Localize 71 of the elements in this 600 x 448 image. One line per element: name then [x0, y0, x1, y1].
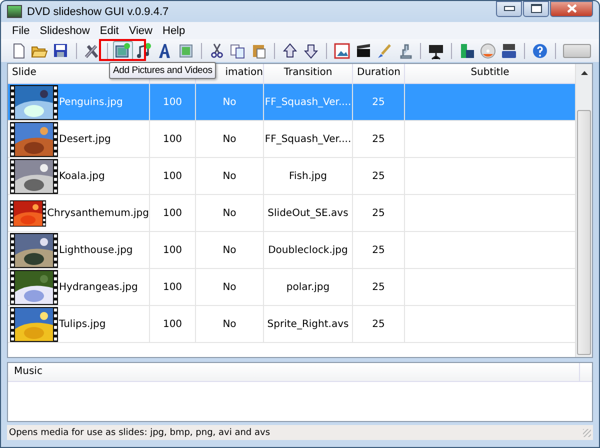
help-icon[interactable] [531, 42, 549, 60]
cut-icon[interactable] [208, 42, 226, 60]
table-cell: polar.jpg [264, 269, 353, 305]
table-cell: No [196, 232, 264, 268]
scroll-up-icon[interactable] [580, 71, 588, 75]
table-cell: 25 [353, 269, 405, 305]
minimize-button[interactable] [496, 0, 522, 16]
menu-item[interactable]: File [7, 24, 35, 36]
table-cell: No [196, 306, 264, 342]
table-cell: FF_Squash_Ver.... [264, 121, 353, 157]
table-cell: Fish.jpg [264, 158, 353, 194]
maximize-button[interactable] [523, 0, 549, 16]
file-name: Lighthouse.jpg [59, 244, 133, 256]
highlight-box [99, 39, 146, 61]
picture-frame-icon[interactable] [333, 42, 351, 60]
scrollbar[interactable] [575, 64, 592, 357]
table-cell: FF_Squash_Ver.... [264, 84, 353, 120]
app-icon [7, 5, 22, 18]
table-cell: 25 [353, 232, 405, 268]
music-add-icon[interactable] [135, 42, 153, 60]
window-title: DVD slideshow GUI v.0.9.4.7 [27, 6, 170, 18]
table-cell: 100 [150, 306, 196, 342]
file-name: Penguins.jpg [59, 96, 123, 108]
table-cell: 100 [150, 121, 196, 157]
menu-item[interactable]: Help [158, 24, 190, 36]
column-header[interactable]: Transition [264, 64, 353, 83]
column-header[interactable]: Duration [353, 64, 405, 83]
table-cell: Doubleclock.jpg [264, 232, 353, 268]
copy-icon[interactable] [229, 42, 247, 60]
table-cell: SlideOut_SE.avs [264, 195, 353, 231]
menu-item[interactable]: Slideshow [34, 24, 95, 36]
table-cell: No [196, 121, 264, 157]
file-name: Hydrangeas.jpg [59, 282, 138, 292]
image-icon[interactable] [177, 42, 195, 60]
table-cell: 100 [150, 195, 196, 231]
table-cell: 100 [150, 232, 196, 268]
clapperboard-icon[interactable] [354, 42, 372, 60]
table-cell: 100 [150, 158, 196, 194]
picture-add-icon[interactable] [114, 42, 132, 60]
table-cell: No [196, 84, 264, 120]
table-cell: 25 [353, 306, 405, 342]
column-header[interactable]: Subtitle [405, 64, 575, 83]
arrow-down-icon[interactable] [302, 42, 320, 60]
close-button[interactable] [550, 0, 593, 16]
table-row[interactable]: Desert.jpg 100 No FF_Squash_Ver.... 25 [8, 121, 575, 158]
table-cell: No [196, 195, 264, 231]
table-cell: 25 [353, 121, 405, 157]
status-text: Opens media for use as slides: jpg, bmp, png, avi and avs [9, 428, 272, 438]
table-cell: No [196, 269, 264, 305]
save-icon[interactable] [52, 42, 70, 60]
menu-item[interactable]: Edit [94, 24, 124, 36]
file-name: Desert.jpg [59, 134, 111, 144]
file-name: Chrysanthemum.jpg [47, 208, 149, 218]
table-cell: Sprite_Right.avs [264, 306, 353, 342]
menu-item[interactable]: View [124, 24, 158, 36]
table-row[interactable]: Hydrangeas.jpg 100 No polar.jpg 25 [8, 269, 575, 306]
table-row[interactable]: Lighthouse.jpg 100 No Doubleclock.jpg 25 [8, 232, 575, 269]
table-cell: 100 [150, 84, 196, 120]
table-row[interactable]: Chrysanthemum.jpg 100 No SlideOut_SE.avs 25 [8, 195, 575, 232]
tooltip: Add Pictures and Videos [109, 62, 216, 79]
table-row[interactable]: Koala.jpg 100 No Fish.jpg 25 [8, 158, 575, 195]
file-name: Koala.jpg [59, 170, 105, 182]
file-name: Tulips.jpg [59, 318, 106, 330]
table-cell: 25 [353, 84, 405, 120]
table-cell: 25 [353, 195, 405, 231]
table-cell: 100 [150, 269, 196, 305]
arrow-up-icon[interactable] [281, 42, 299, 60]
table-cell: No [196, 158, 264, 194]
close-icon[interactable] [566, 4, 576, 13]
table-cell: 25 [353, 158, 405, 194]
table-row[interactable]: Tulips.jpg 100 No Sprite_Right.avs 25 [8, 306, 575, 343]
